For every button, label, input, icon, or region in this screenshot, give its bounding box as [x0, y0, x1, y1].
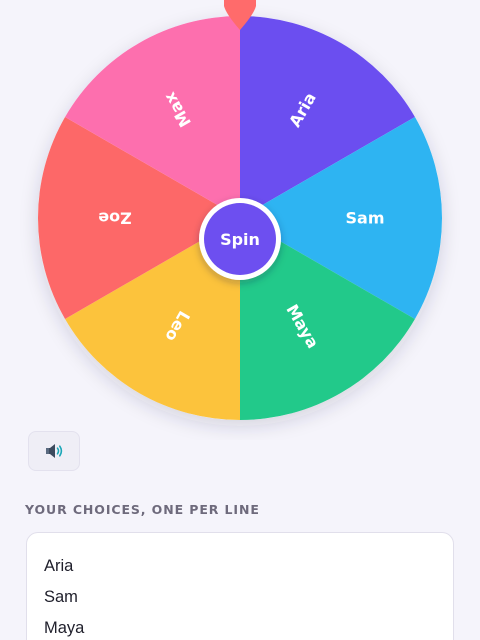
choice-line: Aria	[44, 557, 74, 575]
spin-wheel-app: Aria Sam Maya Leo Zoe Max Spin YOUR CHOICES, …	[0, 0, 480, 640]
wheel[interactable]: AriaSamMayaLeoZoeMax Spin	[0, 0, 480, 440]
spin-button[interactable]: Spin	[199, 198, 281, 280]
choices-textarea[interactable]: Aria Sam Maya	[26, 532, 454, 640]
wheel-segment-label: Zoe	[98, 209, 132, 228]
choices-label: YOUR CHOICES, ONE PER LINE	[25, 502, 260, 517]
speaker-icon	[46, 444, 63, 458]
choice-line: Sam	[44, 588, 78, 606]
choice-line: Maya	[44, 619, 85, 637]
sound-toggle-button[interactable]	[28, 431, 80, 471]
wheel-segment-label: Sam	[346, 209, 385, 228]
spin-button-label: Spin	[220, 230, 260, 249]
